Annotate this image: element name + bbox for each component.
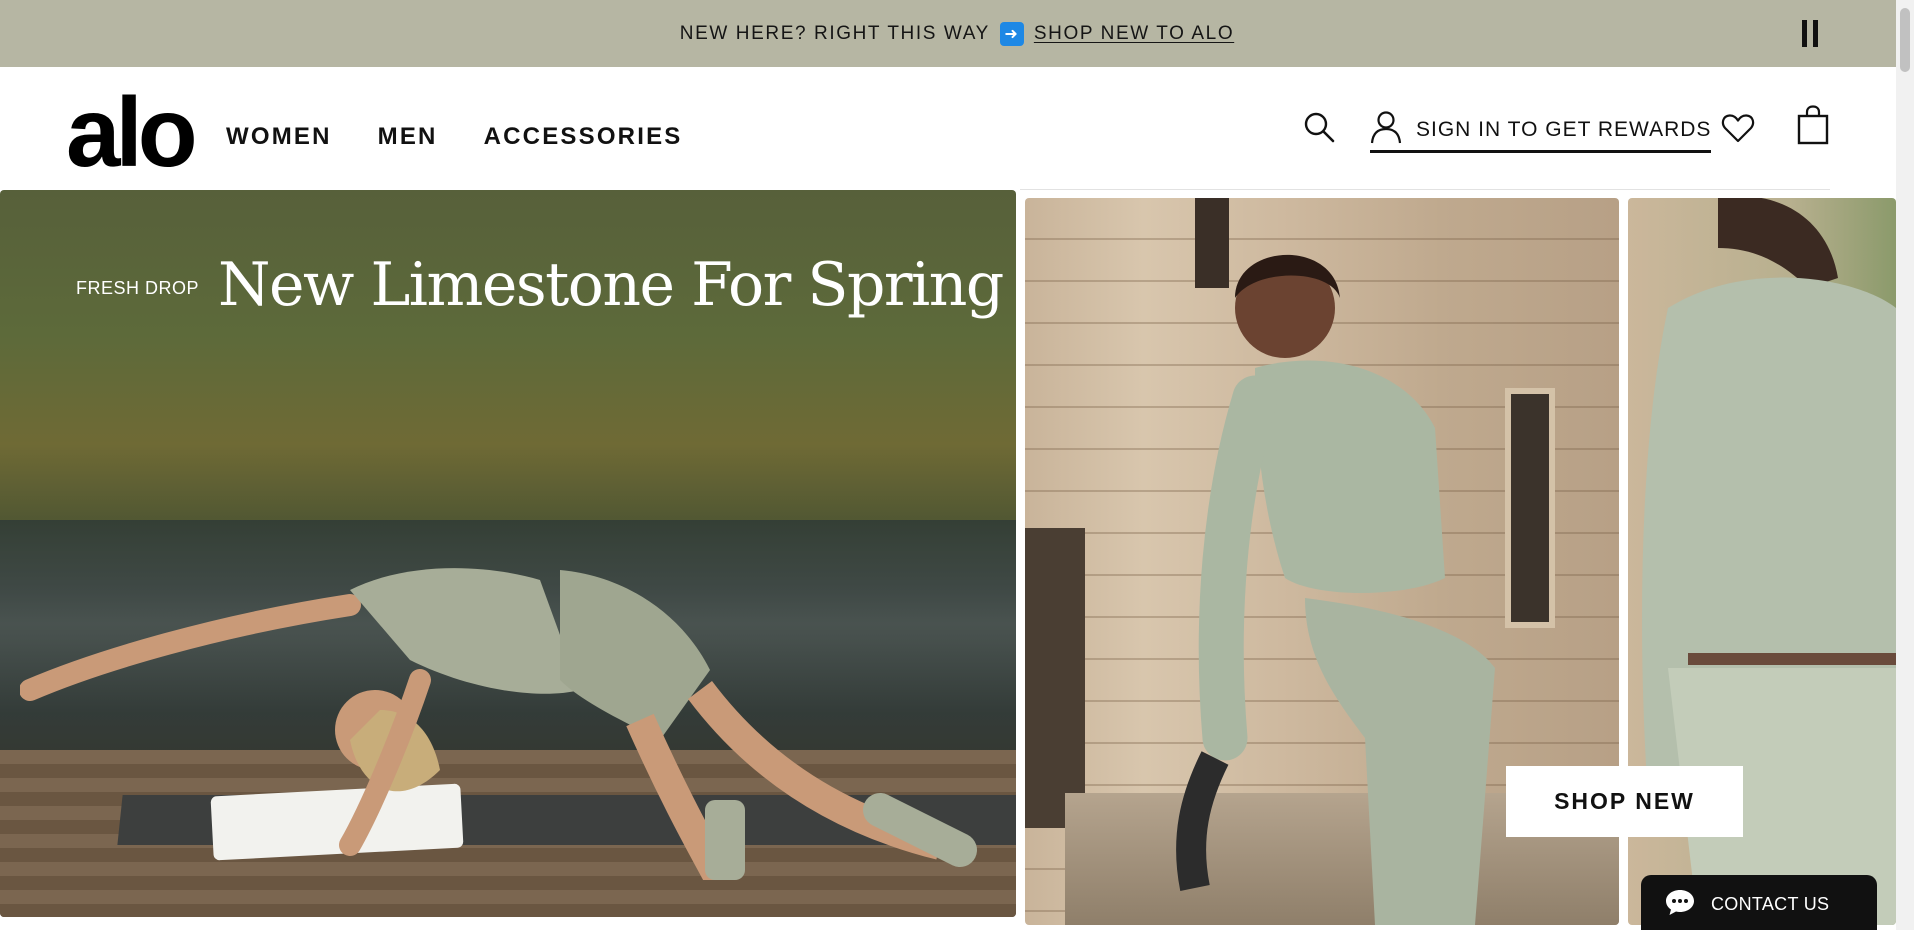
- contact-us-button[interactable]: CONTACT US: [1641, 875, 1877, 930]
- scrollbar-thumb[interactable]: [1900, 8, 1910, 72]
- yoga-model-illustration: [20, 568, 977, 880]
- site-header: alo WOMEN MEN ACCESSORIES SIGN IN TO GET…: [0, 67, 1896, 190]
- main-nav: WOMEN MEN ACCESSORIES: [226, 123, 683, 151]
- page-scrollbar[interactable]: [1896, 0, 1914, 930]
- shop-new-to-alo-link[interactable]: SHOP NEW TO ALO: [1034, 23, 1234, 45]
- heart-icon[interactable]: [1721, 111, 1755, 145]
- shopping-bag-icon[interactable]: [1797, 105, 1829, 145]
- right-arrow-icon: ➜: [999, 21, 1024, 46]
- contact-us-label: CONTACT US: [1711, 893, 1830, 914]
- sign-in-rewards-link[interactable]: SIGN IN TO GET REWARDS: [1370, 109, 1712, 153]
- header-divider: [1020, 189, 1830, 190]
- user-icon: [1370, 110, 1402, 149]
- alo-logo[interactable]: alo: [66, 83, 198, 181]
- hero-title: New Limestone For Spring: [218, 250, 1004, 320]
- announcement-message: NEW HERE? RIGHT THIS WAY ➜ SHOP NEW TO A…: [679, 21, 1234, 46]
- hero-banner-main[interactable]: FRESH DROP New Limestone For Spring: [0, 190, 1016, 917]
- search-icon[interactable]: [1302, 110, 1336, 144]
- nav-men[interactable]: MEN: [378, 123, 438, 151]
- shop-new-button[interactable]: SHOP NEW: [1506, 766, 1743, 837]
- chat-bubble-icon: [1665, 888, 1695, 921]
- nav-accessories[interactable]: ACCESSORIES: [484, 123, 683, 151]
- announcement-bar: NEW HERE? RIGHT THIS WAY ➜ SHOP NEW TO A…: [0, 0, 1914, 67]
- sign-in-label: SIGN IN TO GET REWARDS: [1416, 117, 1712, 141]
- hero-eyebrow: FRESH DROP: [76, 278, 200, 298]
- building-window: [1025, 528, 1085, 828]
- pause-icon[interactable]: [1802, 20, 1824, 47]
- announcement-text: NEW HERE? RIGHT THIS WAY: [679, 22, 990, 44]
- nav-women[interactable]: WOMEN: [226, 123, 332, 151]
